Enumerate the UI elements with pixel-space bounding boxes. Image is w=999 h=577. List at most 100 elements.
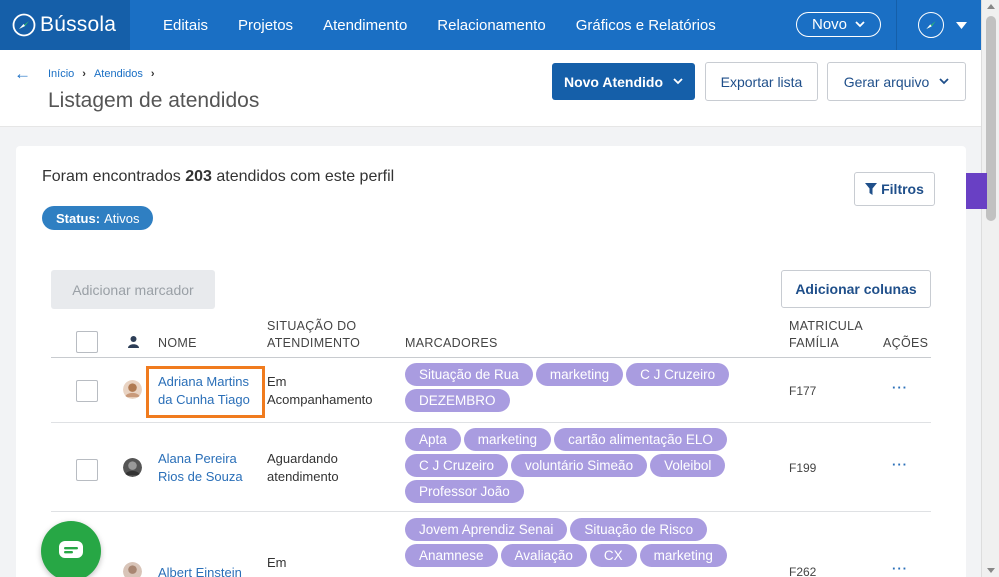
chevron-down-icon (673, 78, 683, 85)
situacao-cell: Em Acompanhamento (267, 373, 373, 409)
main-nav: Editais Projetos Atendimento Relacioname… (148, 17, 731, 34)
column-header-matricula-line1[interactable]: MATRICULA (789, 318, 863, 335)
breadcrumb-inicio[interactable]: Início (48, 68, 74, 80)
avatar (123, 562, 142, 577)
status-value: Ativos (104, 210, 140, 226)
column-header-matricula-line2[interactable]: FAMÍLIA (789, 335, 839, 352)
chevron-down-icon (939, 78, 949, 85)
tag: Apta (405, 428, 461, 451)
chat-button[interactable] (41, 521, 101, 577)
summary-suffix: atendidos com este perfil (216, 168, 395, 185)
column-header-acoes: AÇÕES (883, 336, 929, 350)
column-header-situacao-line2[interactable]: ATENDIMENTO (267, 335, 360, 352)
breadcrumb: Início › Atendidos › (48, 68, 155, 80)
add-columns-label: Adicionar colunas (795, 281, 917, 297)
tag: cartão alimentação ELO (554, 428, 727, 451)
caret-down-icon (956, 21, 967, 29)
situacao-line-1: Em (267, 555, 287, 570)
matricula-cell: F199 (789, 461, 817, 475)
gerar-arquivo-button[interactable]: Gerar arquivo (827, 62, 966, 101)
tag: Professor João (405, 480, 524, 503)
novo-dropdown-button[interactable]: Novo (796, 12, 881, 37)
user-menu[interactable] (918, 12, 967, 38)
nav-item-atendimento[interactable]: Atendimento (308, 17, 422, 34)
novo-atendido-button[interactable]: Novo Atendido (552, 63, 695, 100)
situacao-cell: Em (267, 554, 287, 572)
chat-icon (59, 541, 83, 558)
filtros-label: Filtros (881, 181, 924, 197)
marcadores-cell: Apta marketing cartão alimentação ELO C … (405, 428, 765, 503)
exportar-lista-button[interactable]: Exportar lista (705, 62, 818, 101)
tag: CX (589, 544, 637, 567)
select-all-checkbox[interactable] (76, 331, 98, 353)
column-header-marcadores[interactable]: MARCADORES (405, 335, 498, 352)
row-actions-menu-icon[interactable]: ··· (892, 380, 908, 395)
situacao-line-1: Em (267, 374, 287, 389)
scroll-down-arrow-icon[interactable] (987, 568, 995, 573)
atendido-name-link[interactable]: Albert Einstein (158, 564, 242, 577)
exportar-label: Exportar lista (720, 73, 803, 90)
row-actions-menu-icon[interactable]: ··· (892, 561, 908, 576)
novo-label: Novo (811, 16, 848, 33)
situacao-line-2: atendimento (267, 469, 339, 484)
breadcrumb-atendidos[interactable]: Atendidos (94, 68, 143, 80)
compass-icon (926, 21, 936, 29)
nav-item-graficos[interactable]: Gráficos e Relatórios (561, 17, 731, 34)
situacao-line-2: Acompanhamento (267, 392, 373, 407)
filter-icon (865, 183, 878, 195)
name-line-1: Alana Pereira (158, 451, 237, 466)
page-title: Listagem de atendidos (48, 89, 260, 112)
results-summary: Foram encontrados 203 atendidos com este… (42, 168, 394, 186)
situacao-cell: Aguardando atendimento (267, 450, 339, 486)
name-line-2: Rios de Souza (158, 469, 243, 484)
tag: Jovem Aprendiz Senai (405, 518, 568, 541)
tag: voluntário Simeão (511, 454, 648, 477)
row-actions-menu-icon[interactable]: ··· (892, 457, 908, 472)
situacao-line-1: Aguardando (267, 451, 338, 466)
tag: marketing (535, 363, 624, 386)
tag: C J Cruzeiro (626, 363, 730, 386)
filtros-button[interactable]: Filtros (854, 172, 935, 206)
header-divider (51, 357, 931, 358)
scroll-thumb[interactable] (986, 16, 996, 221)
tag: Situação de Risco (570, 518, 708, 541)
adicionar-colunas-button[interactable]: Adicionar colunas (781, 270, 931, 308)
matricula-cell: F262 (789, 565, 817, 577)
novo-atendido-label: Novo Atendido (563, 73, 664, 90)
status-key: Status: (56, 210, 101, 226)
breadcrumb-separator-icon: › (150, 68, 155, 80)
tag: C J Cruzeiro (405, 454, 509, 477)
tag: DEZEMBRO (405, 389, 510, 412)
logo-text: Bússola (40, 13, 117, 36)
marcadores-cell: Situação de Rua marketing C J Cruzeiro D… (405, 363, 765, 412)
tag: Avaliação (500, 544, 587, 567)
adicionar-marcador-button[interactable]: Adicionar marcador (51, 270, 215, 309)
marcadores-cell: Jovem Aprendiz Senai Situação de Risco A… (405, 518, 765, 567)
avatar (123, 458, 142, 477)
column-header-nome[interactable]: NOME (158, 335, 197, 352)
row-checkbox[interactable] (76, 459, 98, 481)
nav-item-editais[interactable]: Editais (148, 17, 223, 34)
matricula-cell: F177 (789, 384, 817, 398)
user-avatar[interactable] (918, 12, 944, 38)
nav-item-projetos[interactable]: Projetos (223, 17, 308, 34)
row-checkbox[interactable] (76, 380, 98, 402)
scroll-up-arrow-icon[interactable] (987, 4, 995, 9)
logo[interactable]: Bússola (0, 0, 130, 50)
back-arrow-icon[interactable]: ← (14, 64, 31, 84)
page-scrollbar[interactable] (981, 0, 999, 577)
row-divider (51, 422, 931, 423)
tag: Voleibol (650, 454, 726, 477)
avatar (123, 380, 142, 399)
nav-item-relacionamento[interactable]: Relacionamento (422, 17, 560, 34)
tag: Situação de Rua (405, 363, 533, 386)
row-divider (51, 511, 931, 512)
page-header: ← Início › Atendidos › Listagem de atend… (0, 50, 981, 127)
breadcrumb-separator-icon: › (82, 68, 86, 80)
status-filter-badge[interactable]: Status: Ativos (42, 206, 154, 230)
column-header-situacao-line1[interactable]: SITUAÇÃO DO (267, 318, 356, 335)
top-navbar: Bússola Editais Projetos Atendimento Rel… (0, 0, 981, 50)
atendido-name-link[interactable]: Alana Pereira Rios de Souza (158, 450, 243, 486)
add-marker-label: Adicionar marcador (72, 281, 194, 298)
name-line-1: Albert Einstein (158, 565, 242, 577)
